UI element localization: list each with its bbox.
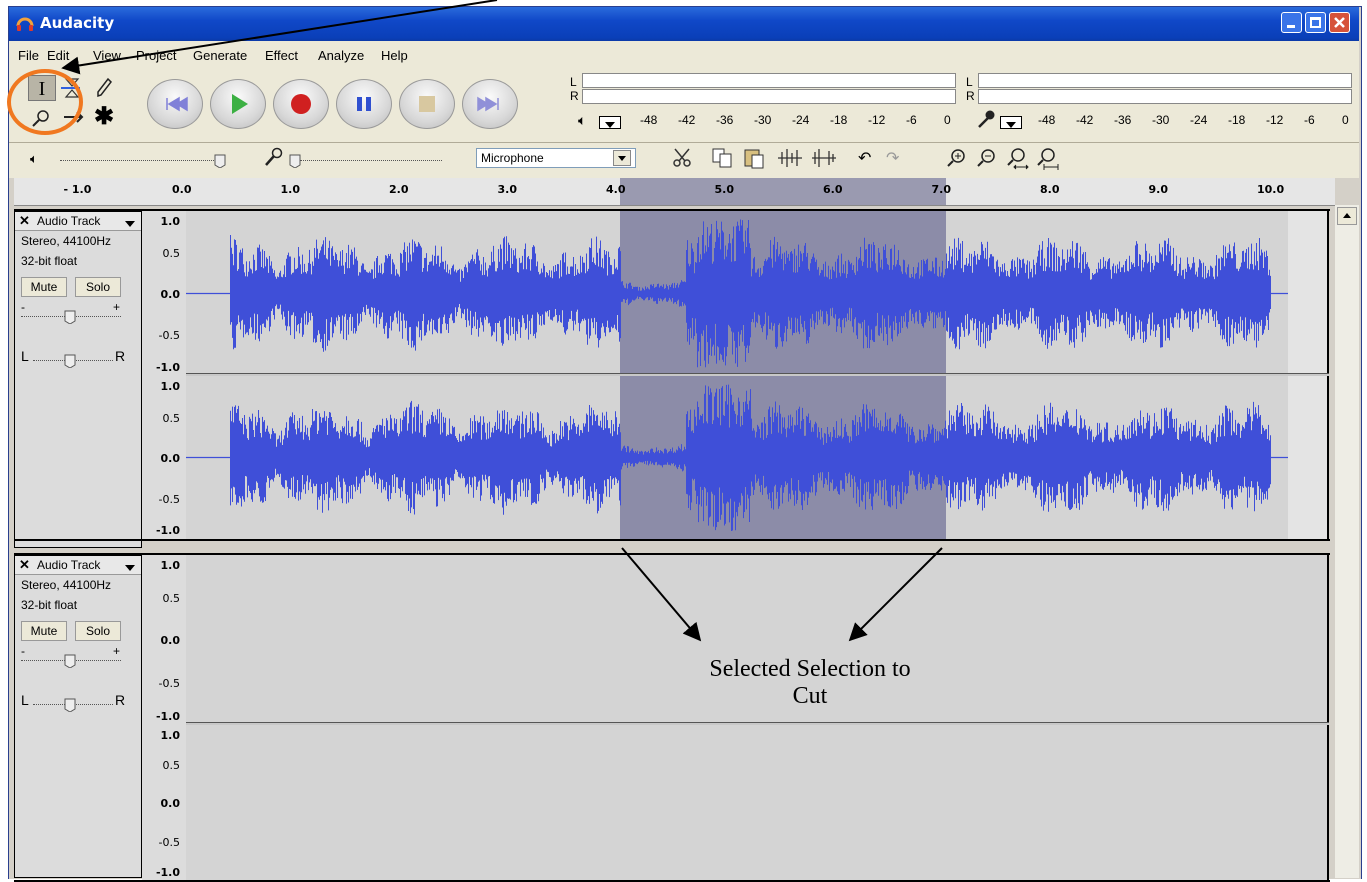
arrow-to-selection-tool [61, 0, 498, 75]
arrow-to-selection-end [848, 547, 943, 642]
annotation-arrows [61, 0, 943, 642]
arrow-to-selection-start [621, 547, 702, 642]
